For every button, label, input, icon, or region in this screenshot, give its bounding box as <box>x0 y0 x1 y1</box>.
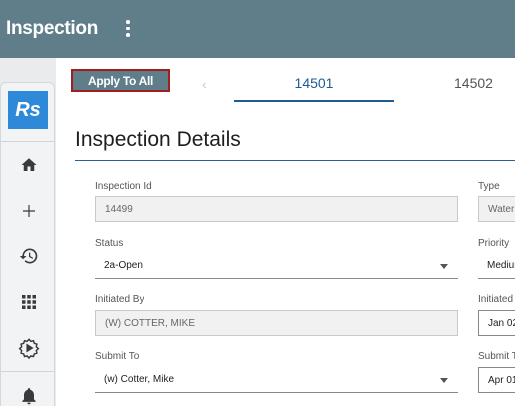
tab-14501[interactable]: 14501 <box>234 75 394 91</box>
type-field: Water <box>478 196 515 222</box>
priority-label: Priority <box>478 238 510 249</box>
apply-to-all-button[interactable]: Apply To All <box>71 69 170 92</box>
priority-select[interactable]: Medium <box>478 253 515 279</box>
settings-play-icon[interactable] <box>9 331 49 365</box>
rail-divider <box>1 371 54 372</box>
initiated-by-label: Initiated By <box>95 294 145 305</box>
notifications-bell-icon[interactable] <box>9 379 49 406</box>
tab-14502[interactable]: 14502 <box>454 75 493 91</box>
history-icon[interactable] <box>9 239 49 273</box>
tab-scroll-left-icon[interactable]: ‹ <box>202 76 207 92</box>
right-column: Type Water Priority Medium Initiated Jan… <box>478 160 515 406</box>
app-header: Inspection <box>0 0 515 58</box>
inspection-id-label: Inspection Id <box>95 181 152 192</box>
home-icon[interactable] <box>9 148 49 182</box>
submit-to-dropdown-caret-icon <box>440 378 448 383</box>
initiated-date-field[interactable]: Jan 02 <box>478 310 515 336</box>
submit-to-date-field[interactable]: Apr 01 <box>478 367 515 393</box>
apps-grid-icon[interactable] <box>9 285 49 319</box>
submit-to-label: Submit To <box>95 351 140 362</box>
status-label: Status <box>95 238 124 249</box>
section-title: Inspection Details <box>75 128 241 151</box>
side-rail: Rs <box>0 82 55 406</box>
status-select[interactable]: 2a-Open <box>95 253 458 279</box>
type-label: Type <box>478 181 500 192</box>
more-menu-icon[interactable] <box>124 20 132 40</box>
submit-to-select[interactable]: (w) Cotter, Mike <box>95 367 458 393</box>
submit-to-value: (w) Cotter, Mike <box>104 374 175 385</box>
inspection-id-field: 14499 <box>95 196 458 222</box>
active-tab-indicator <box>234 100 394 102</box>
initiated-date-label: Initiated <box>478 294 514 305</box>
submit-to-date-label: Submit T <box>478 351 515 362</box>
add-icon[interactable] <box>9 194 49 228</box>
app-logo: Rs <box>8 91 48 129</box>
app-title: Inspection <box>6 18 99 39</box>
initiated-by-field: (W) COTTER, MIKE <box>95 310 458 336</box>
rail-divider <box>1 141 54 142</box>
status-value: 2a-Open <box>104 260 143 271</box>
status-dropdown-caret-icon <box>440 264 448 269</box>
section-divider <box>75 160 515 161</box>
